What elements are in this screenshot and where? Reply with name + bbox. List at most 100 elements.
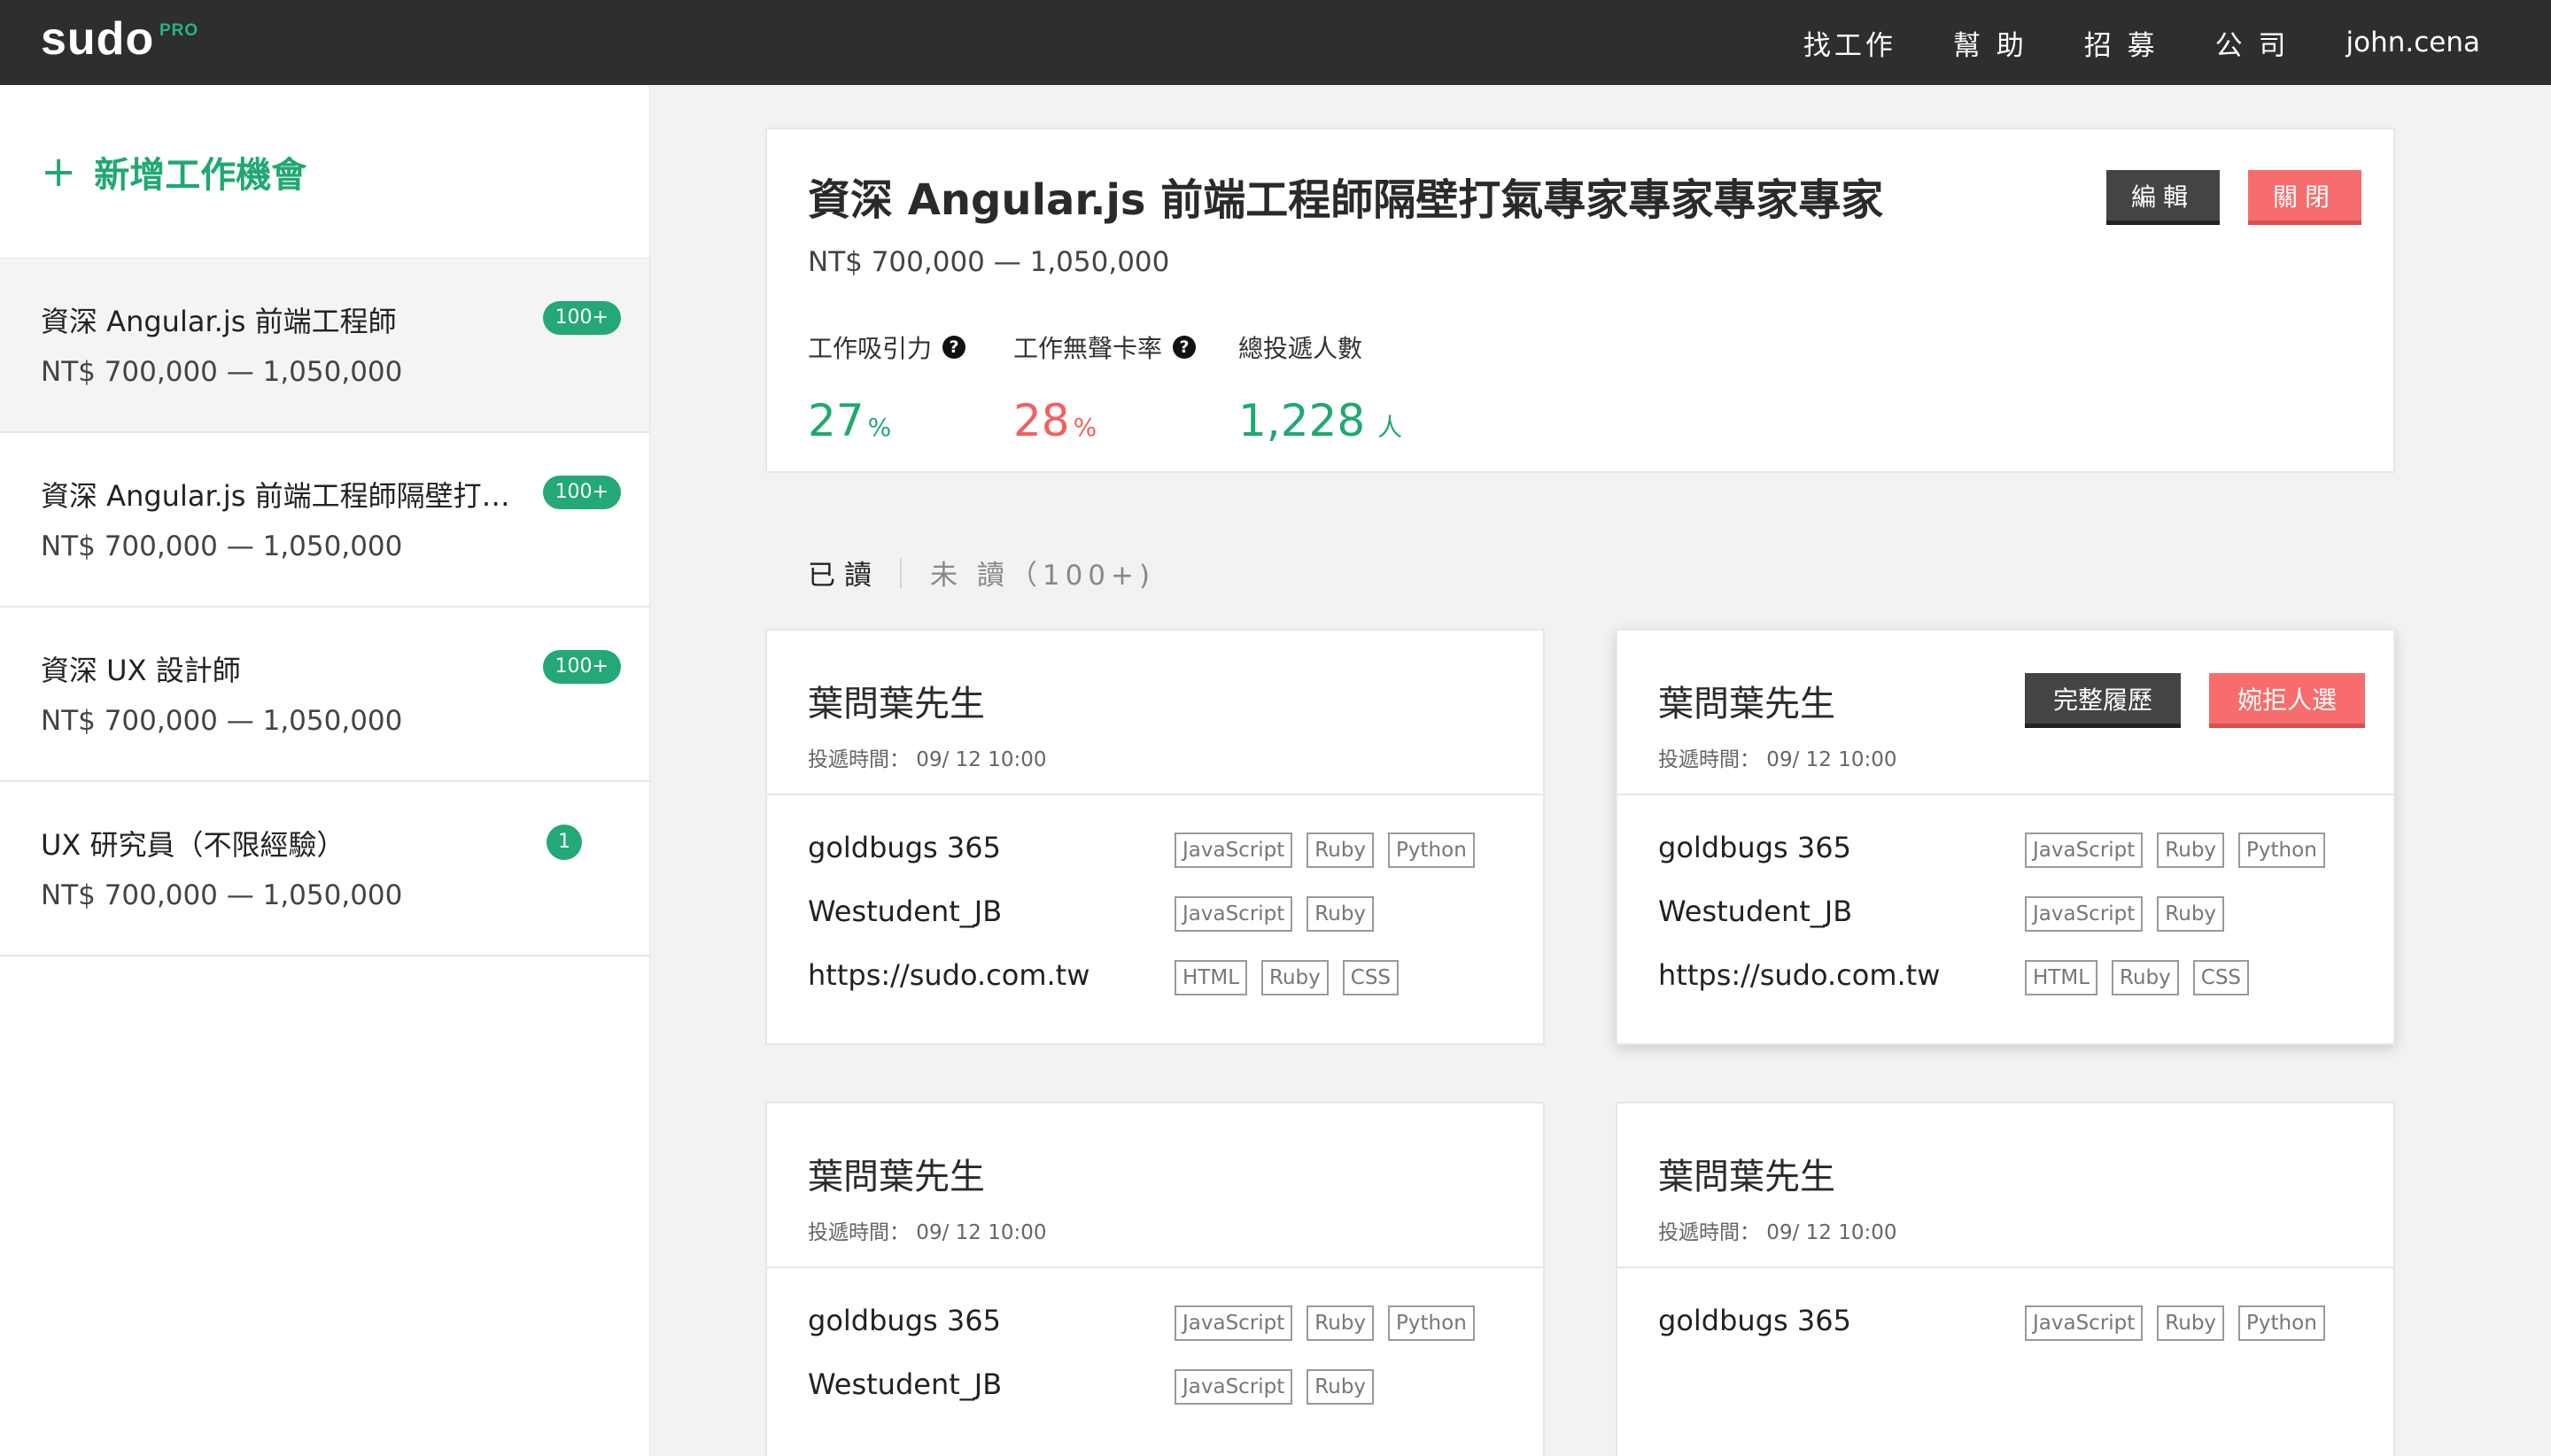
skill-tag: JavaScript	[1175, 833, 1293, 868]
plus-icon: +	[41, 146, 77, 197]
applicant-count-badge: 1	[547, 825, 582, 860]
skill-tag: HTML	[1175, 960, 1248, 995]
full-resume-button[interactable]: 完整履歷	[2024, 673, 2181, 728]
applicant-link[interactable]: Westudent_JB	[808, 1367, 1002, 1401]
stat-attractiveness: 工作吸引力 ? 27%	[808, 329, 966, 446]
applicant-link-row: Westudent_JB JavaScript Ruby	[767, 1367, 1543, 1431]
skill-tag: Ruby	[1261, 960, 1329, 995]
job-item-salary: NT$ 700,000 — 1,050,000	[41, 531, 403, 562]
skill-tag: Ruby	[2157, 896, 2225, 932]
nav-item-recruit[interactable]: 招 募	[2084, 23, 2159, 63]
logo-pro-badge: PRO	[159, 21, 199, 40]
skill-tag: Ruby	[1307, 1305, 1375, 1341]
job-detail-card: 資深 Angular.js 前端工程師隔壁打氣專家專家專家專家 NT$ 700,…	[765, 128, 2395, 473]
skill-tag: Python	[1388, 833, 1475, 868]
applicant-name: 葉問葉先生	[808, 1157, 985, 1197]
skill-tag: Python	[1388, 1305, 1475, 1341]
applicant-card[interactable]: 葉問葉先生 投遞時間： 09/ 12 10:00 goldbugs 365 Ja…	[765, 1102, 1545, 1456]
skill-tag: Ruby	[1307, 896, 1375, 932]
tab-read[interactable]: 已讀	[808, 553, 880, 592]
applicant-link[interactable]: https://sudo.com.tw	[1658, 958, 1940, 992]
skill-tag: Python	[2238, 1305, 2325, 1341]
applicant-name: 葉問葉先生	[1658, 684, 1835, 724]
nav-item-find-jobs[interactable]: 找工作	[1803, 23, 1896, 63]
applicant-link[interactable]: goldbugs 365	[808, 831, 1001, 864]
stat-unit: %	[1073, 413, 1097, 442]
job-salary: NT$ 700,000 — 1,050,000	[808, 246, 1170, 278]
skill-tag: Ruby	[2112, 960, 2179, 995]
sidebar: + 新增工作機會 資深 Angular.js 前端工程師 NT$ 700,000…	[0, 85, 650, 1456]
job-title: 資深 Angular.js 前端工程師隔壁打氣專家專家專家專家	[808, 175, 1884, 225]
applied-time: 投遞時間： 09/ 12 10:00	[808, 1221, 1047, 1244]
applicant-link[interactable]: Westudent_JB	[1658, 895, 1852, 928]
nav-menu: 找工作 幫 助 招 募 公 司 john.cena	[1803, 0, 2480, 85]
applicant-link[interactable]: goldbugs 365	[808, 1304, 1001, 1337]
skill-tag: JavaScript	[1175, 1369, 1293, 1405]
help-icon[interactable]: ?	[942, 336, 966, 359]
edit-job-button[interactable]: 編輯	[2106, 170, 2220, 225]
job-item-salary: NT$ 700,000 — 1,050,000	[41, 879, 403, 911]
job-item-title: UX 研究員（不限經驗）	[41, 828, 345, 862]
job-item-title: 資深 Angular.js 前端工程師	[41, 305, 397, 338]
applicant-link-row: Westudent_JB JavaScript Ruby	[1617, 895, 2393, 958]
applicant-link-row: goldbugs 365 JavaScript Ruby Python	[1617, 1304, 2393, 1367]
applicant-link-row: https://sudo.com.tw HTML Ruby CSS	[1617, 958, 2393, 1022]
job-item-salary: NT$ 700,000 — 1,050,000	[41, 705, 403, 737]
tab-unread[interactable]: 未 讀（100+)	[930, 553, 1155, 592]
skill-tag: JavaScript	[1175, 896, 1293, 932]
reject-candidate-button[interactable]: 婉拒人選	[2208, 673, 2365, 728]
applicant-link[interactable]: goldbugs 365	[1658, 831, 1851, 864]
sidebar-job-item[interactable]: 資深 Angular.js 前端工程師隔壁打氣專家專家專家專家 NT$ 700,…	[0, 433, 649, 608]
skill-tag: Ruby	[1307, 833, 1375, 868]
applied-time: 投遞時間： 09/ 12 10:00	[1658, 748, 1897, 771]
stat-value: 1,228	[1238, 395, 1366, 446]
stat-unit: 人	[1377, 413, 1403, 442]
applicant-card[interactable]: 葉問葉先生 投遞時間： 09/ 12 10:00 完整履歷 婉拒人選 goldb…	[1616, 629, 2395, 1045]
job-item-title: 資深 UX 設計師	[41, 654, 241, 687]
skill-tag: CSS	[1342, 960, 1400, 995]
stat-no-response-rate: 工作無聲卡率 ? 28%	[1013, 329, 1197, 446]
logo[interactable]: sudo PRO	[41, 12, 198, 66]
help-icon[interactable]: ?	[1173, 336, 1197, 359]
skill-tag: JavaScript	[2025, 833, 2144, 868]
sidebar-job-item[interactable]: 資深 UX 設計師 NT$ 700,000 — 1,050,000 100+	[0, 608, 649, 782]
applicant-link[interactable]: goldbugs 365	[1658, 1304, 1851, 1337]
skill-tag: Ruby	[2157, 1305, 2225, 1341]
add-job-button[interactable]: + 新增工作機會	[0, 85, 649, 259]
applicant-link[interactable]: https://sudo.com.tw	[808, 958, 1089, 992]
skill-tag: CSS	[2192, 960, 2250, 995]
nav-item-help[interactable]: 幫 助	[1953, 23, 2028, 63]
applicant-count-badge: 100+	[542, 476, 621, 509]
applicant-count-badge: 100+	[542, 301, 621, 335]
applicant-card[interactable]: 葉問葉先生 投遞時間： 09/ 12 10:00 goldbugs 365 Ja…	[1616, 1102, 2395, 1456]
applicant-card[interactable]: 葉問葉先生 投遞時間： 09/ 12 10:00 goldbugs 365 Ja…	[765, 629, 1545, 1045]
applicant-link-row: https://sudo.com.tw HTML Ruby CSS	[767, 958, 1543, 1022]
tab-divider	[900, 557, 902, 588]
applicant-link-row: goldbugs 365 JavaScript Ruby Python	[767, 831, 1543, 895]
sidebar-job-item[interactable]: 資深 Angular.js 前端工程師 NT$ 700,000 — 1,050,…	[0, 259, 649, 433]
skill-tag: Ruby	[1307, 1369, 1375, 1405]
applicant-tabs: 已讀 未 讀（100+)	[808, 553, 1155, 592]
skill-tag: JavaScript	[2025, 896, 2144, 932]
sidebar-job-item[interactable]: UX 研究員（不限經驗） NT$ 700,000 — 1,050,000 1	[0, 782, 649, 956]
top-nav: sudo PRO 找工作 幫 助 招 募 公 司 john.cena	[0, 0, 2551, 85]
user-menu[interactable]: john.cena	[2346, 27, 2481, 58]
skill-tag: Python	[2238, 833, 2325, 868]
skill-tag: HTML	[2025, 960, 2098, 995]
applicant-name: 葉問葉先生	[808, 684, 985, 724]
applicant-link-row: goldbugs 365 JavaScript Ruby Python	[767, 1304, 1543, 1367]
applicant-count-badge: 100+	[542, 650, 621, 684]
logo-text: sudo	[41, 13, 155, 65]
applicant-link[interactable]: Westudent_JB	[808, 895, 1002, 928]
job-item-salary: NT$ 700,000 — 1,050,000	[41, 356, 403, 388]
applicant-link-row: goldbugs 365 JavaScript Ruby Python	[1617, 831, 2393, 895]
stat-label: 工作無聲卡率	[1013, 334, 1163, 363]
skill-tag: JavaScript	[1175, 1305, 1293, 1341]
add-job-label: 新增工作機會	[94, 154, 307, 196]
stat-total-applicants: 總投遞人數 1,228 人	[1238, 329, 1402, 446]
applicant-link-row: Westudent_JB JavaScript Ruby	[767, 895, 1543, 958]
skill-tag: JavaScript	[2025, 1305, 2144, 1341]
close-job-button[interactable]: 關閉	[2248, 170, 2361, 225]
nav-item-company[interactable]: 公 司	[2215, 23, 2290, 63]
applied-time: 投遞時間： 09/ 12 10:00	[808, 748, 1047, 771]
